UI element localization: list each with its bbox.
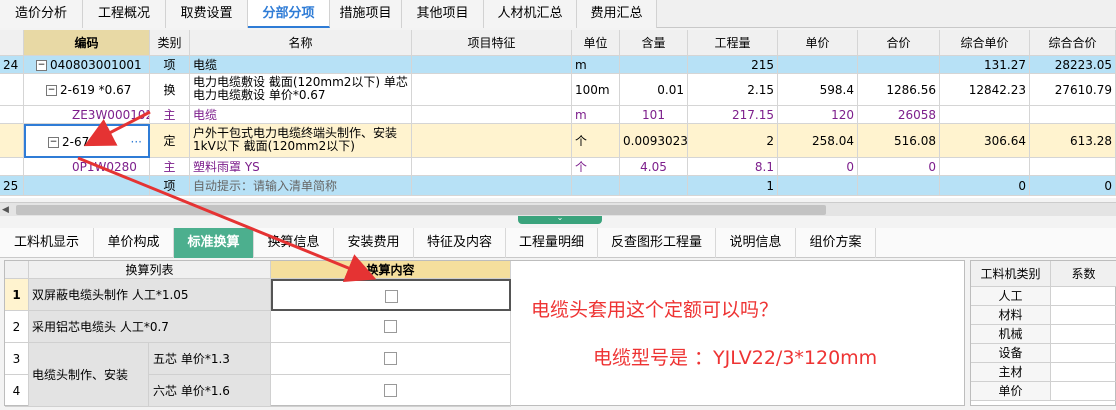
annotation-arrows <box>77 110 377 282</box>
arrow-to-conversion-content <box>77 156 377 282</box>
arrow-to-2-675 <box>84 110 151 147</box>
